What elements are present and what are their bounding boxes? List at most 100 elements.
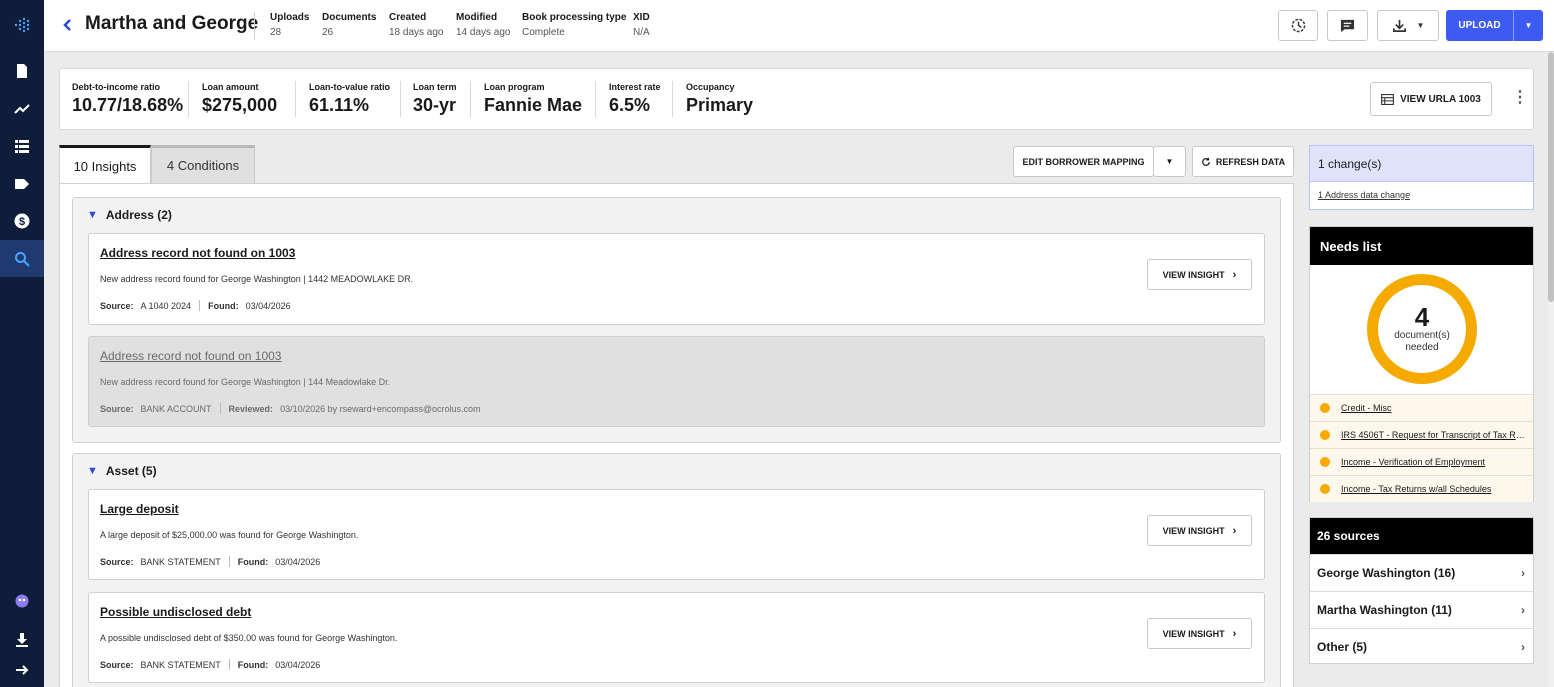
metric-occupancy: Occupancy Primary	[686, 82, 753, 116]
group-header[interactable]: ▼ Asset (5)	[87, 464, 157, 478]
needs-item-label: Income - Verification of Employment	[1341, 457, 1486, 467]
metric-ltv: Loan-to-value ratio 61.11%	[309, 82, 390, 116]
insight-card-reviewed: Address record not found on 1003 New add…	[88, 336, 1265, 427]
grid-logo-icon[interactable]	[0, 7, 44, 43]
loan-metrics-bar: Debt-to-income ratio 10.77/18.68% Loan a…	[59, 68, 1534, 130]
chevron-right-icon: ›	[1521, 640, 1525, 654]
meta-value: 28	[270, 27, 282, 38]
source-label: Source:	[100, 300, 134, 311]
view-urla-button[interactable]: VIEW URLA 1003	[1370, 82, 1492, 116]
source-row[interactable]: George Washington (16) ›	[1310, 554, 1533, 591]
metric-divider	[672, 81, 673, 117]
needs-caption: document(s) needed	[1394, 330, 1450, 353]
needs-item[interactable]: Income - Tax Returns w/all Schedules	[1310, 475, 1533, 502]
metric-value: 6.5%	[609, 95, 651, 115]
metric-label: Loan term	[413, 82, 457, 92]
group-title: Asset (5)	[105, 464, 157, 478]
title-divider	[254, 12, 255, 40]
metric-loan-amount: Loan amount $275,000	[202, 82, 277, 116]
edit-borrower-mapping-button[interactable]: EDIT BORROWER MAPPING	[1013, 146, 1154, 177]
search-icon[interactable]	[0, 240, 44, 277]
needs-list-header: Needs list	[1310, 227, 1533, 265]
refresh-icon	[1202, 157, 1210, 166]
insight-title[interactable]: Large deposit	[100, 502, 179, 516]
reviewed-value: 03/10/2026 by rseward+encompass@ocrolus.…	[280, 403, 481, 414]
meta-created: Created 18 days ago	[389, 12, 444, 38]
tab-insights[interactable]: 10 Insights	[59, 145, 151, 184]
source-label: Source:	[100, 659, 134, 670]
refresh-data-button[interactable]: REFRESH DATA	[1192, 146, 1294, 177]
address-change-link[interactable]: 1 Address data change	[1310, 182, 1533, 208]
scrollbar-thumb[interactable]	[1548, 52, 1554, 302]
insight-card: Address record not found on 1003 New add…	[88, 233, 1265, 325]
source-row[interactable]: Other (5) ›	[1310, 628, 1533, 665]
needs-item[interactable]: Income - Verification of Employment	[1310, 448, 1533, 475]
source-value: BANK STATEMENT	[140, 556, 221, 567]
source-row[interactable]: Martha Washington (11) ›	[1310, 591, 1533, 628]
meta-documents: Documents 26	[322, 12, 376, 38]
expand-icon[interactable]	[0, 652, 44, 687]
insight-card: Large deposit A large deposit of $25,000…	[88, 489, 1265, 580]
list-icon[interactable]	[0, 128, 44, 164]
meta-xid: XID N/A	[633, 12, 650, 38]
chevron-right-icon: ›	[1232, 268, 1237, 281]
divider	[199, 300, 201, 311]
insight-source-line: Source: BANK STATEMENT Found: 03/04/2026	[100, 556, 320, 567]
group-title: Address (2)	[105, 208, 172, 222]
upload-button[interactable]: UPLOAD ▼	[1446, 10, 1543, 41]
view-insight-button[interactable]: VIEW INSIGHT ›	[1147, 618, 1252, 649]
metric-divider	[400, 81, 401, 117]
metric-value: 30-yr	[413, 95, 457, 115]
insight-description: New address record found for George Wash…	[100, 377, 391, 387]
page-scrollbar[interactable]	[1548, 52, 1554, 687]
document-icon[interactable]	[0, 53, 44, 89]
meta-book-processing-type: Book processing type Complete	[522, 12, 626, 38]
view-insight-button[interactable]: VIEW INSIGHT ›	[1147, 515, 1252, 546]
meta-value: 14 days ago	[456, 27, 511, 38]
more-options-icon[interactable]: ⋮	[1512, 89, 1528, 107]
insight-title[interactable]: Possible undisclosed debt	[100, 605, 251, 619]
bot-icon[interactable]	[0, 583, 44, 619]
chevron-right-icon: ›	[1232, 627, 1237, 640]
tag-icon[interactable]	[0, 166, 44, 202]
insight-title[interactable]: Address record not found on 1003	[100, 246, 295, 260]
view-insight-label: VIEW INSIGHT	[1162, 269, 1225, 280]
upload-dropdown-icon[interactable]: ▼	[1513, 10, 1543, 41]
metric-label: Loan amount	[202, 82, 259, 92]
source-row-label: Other (5)	[1317, 640, 1368, 654]
view-insight-label: VIEW INSIGHT	[1162, 628, 1225, 639]
chevron-down-icon: ▼	[87, 209, 98, 221]
download-menu-button[interactable]: ▼	[1377, 10, 1439, 41]
reviewed-label: Reviewed:	[228, 403, 274, 414]
dollar-icon[interactable]: $	[0, 203, 44, 239]
tab-conditions[interactable]: 4 Conditions	[151, 145, 255, 184]
needs-item-label: Income - Tax Returns w/all Schedules	[1341, 484, 1492, 494]
group-header[interactable]: ▼ Address (2)	[87, 208, 172, 222]
view-insight-button[interactable]: VIEW INSIGHT ›	[1147, 259, 1252, 290]
status-dot-icon	[1320, 403, 1330, 413]
comments-button[interactable]	[1327, 10, 1368, 41]
insight-source-line: Source: BANK STATEMENT Found: 03/04/2026	[100, 659, 320, 670]
trend-icon[interactable]	[0, 91, 44, 127]
table-icon	[1381, 93, 1395, 105]
refresh-data-label: REFRESH DATA	[1215, 156, 1286, 167]
insight-title[interactable]: Address record not found on 1003	[100, 349, 281, 363]
metric-label: Interest rate	[609, 82, 661, 92]
insight-description: New address record found for George Wash…	[100, 274, 414, 284]
history-button[interactable]	[1278, 10, 1318, 41]
needs-item[interactable]: Credit - Misc	[1310, 394, 1533, 421]
meta-value: 26	[322, 27, 334, 38]
found-label: Found:	[237, 659, 269, 670]
needs-item[interactable]: IRS 4506T - Request for Transcript of Ta…	[1310, 421, 1533, 448]
needs-item-label: IRS 4506T - Request for Transcript of Ta…	[1341, 430, 1527, 440]
chevron-right-icon: ›	[1521, 566, 1525, 580]
metric-label: Occupancy	[686, 82, 735, 92]
insight-source-line: Source: BANK ACCOUNT Reviewed: 03/10/202…	[100, 403, 481, 414]
edit-mapping-dropdown-button[interactable]: ▼	[1153, 146, 1186, 177]
meta-value: Complete	[522, 27, 565, 38]
needs-list-panel: Needs list 4 document(s) needed Credit -…	[1309, 226, 1534, 502]
changes-header: 1 change(s)	[1310, 146, 1533, 182]
sources-header: 26 sources	[1310, 518, 1533, 554]
metric-label: Debt-to-income ratio	[72, 82, 161, 92]
back-chevron-icon[interactable]	[60, 15, 74, 35]
